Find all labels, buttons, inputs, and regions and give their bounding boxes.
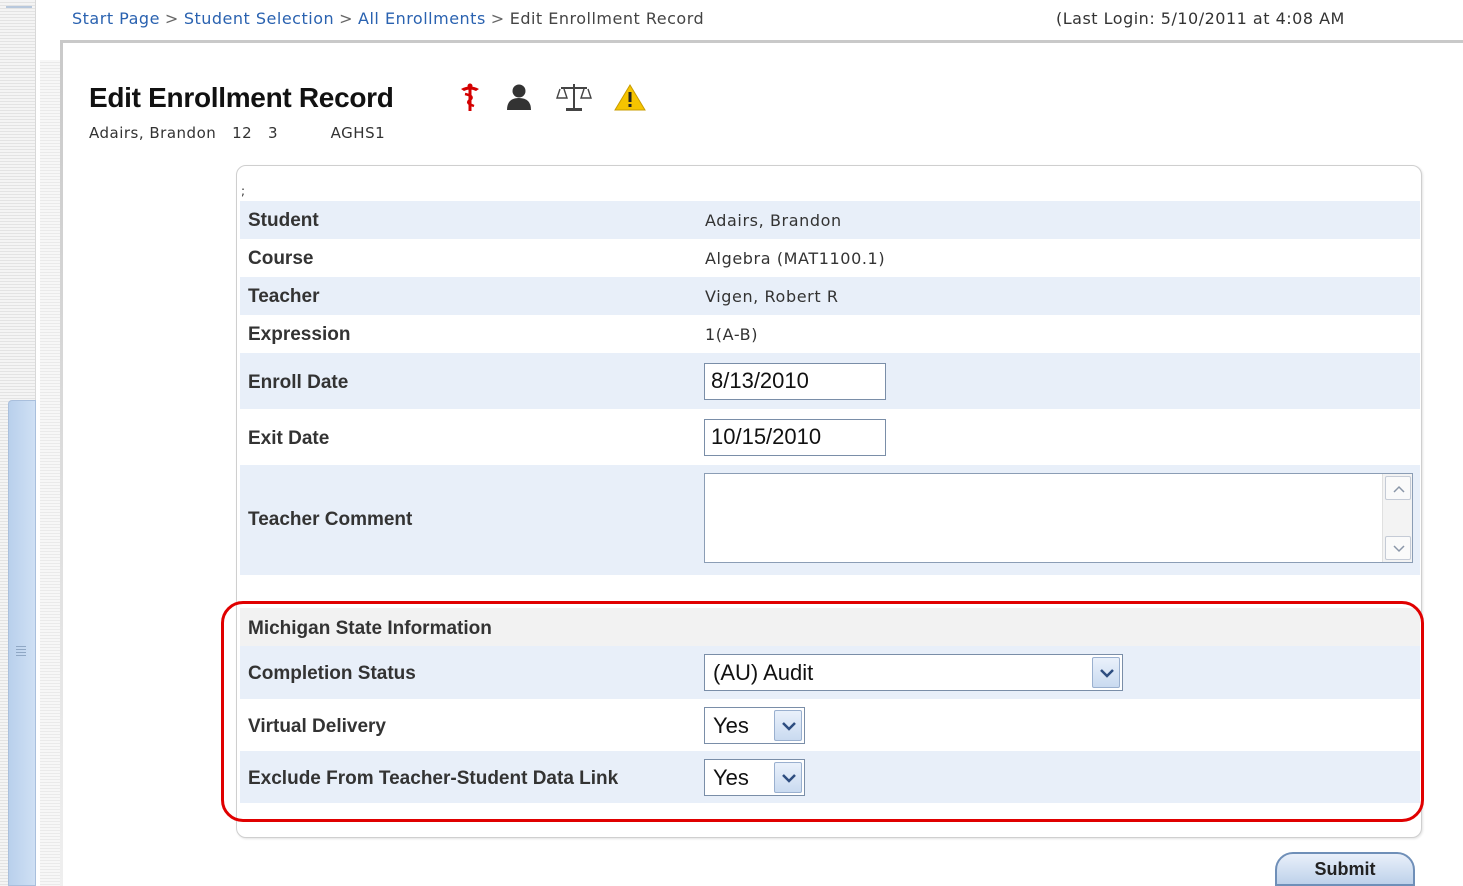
enroll-date-label: Enroll Date bbox=[248, 372, 349, 393]
row-value: Adairs, Brandon bbox=[705, 211, 842, 230]
title-icons bbox=[458, 82, 646, 112]
exclude-data-link-value: Yes bbox=[713, 765, 749, 790]
row-student: Student Adairs, Brandon bbox=[240, 201, 1420, 239]
header-rule bbox=[60, 40, 1463, 43]
submit-button[interactable]: Submit bbox=[1275, 852, 1415, 886]
row-enroll-date: Enroll Date 8/13/2010 bbox=[240, 353, 1420, 409]
exclude-data-link-label: Exclude From Teacher-Student Data Link bbox=[248, 768, 619, 789]
breadcrumb-separator: > bbox=[339, 9, 354, 28]
legal-scales-icon[interactable] bbox=[556, 82, 592, 112]
completion-status-value: (AU) Audit bbox=[713, 660, 814, 685]
chevron-down-icon bbox=[1100, 669, 1114, 678]
breadcrumb-student-selection[interactable]: Student Selection bbox=[184, 9, 334, 28]
teacher-comment-textarea[interactable] bbox=[704, 473, 1413, 563]
row-label: Teacher bbox=[248, 286, 320, 307]
dropdown-button[interactable] bbox=[774, 710, 802, 741]
row-expression: Expression 1(A-B) bbox=[240, 315, 1420, 353]
row-virtual-delivery: Virtual Delivery Yes bbox=[240, 699, 1420, 751]
completion-status-label: Completion Status bbox=[248, 663, 416, 684]
content-border bbox=[60, 40, 63, 886]
scroll-up-button[interactable] bbox=[1385, 476, 1411, 500]
exclude-data-link-select[interactable]: Yes bbox=[704, 759, 805, 796]
teacher-comment-label: Teacher Comment bbox=[248, 509, 413, 530]
virtual-delivery-value: Yes bbox=[713, 713, 749, 738]
chevron-down-icon bbox=[1393, 545, 1405, 553]
breadcrumb-separator: > bbox=[164, 9, 179, 28]
page-title: Edit Enrollment Record bbox=[89, 82, 394, 113]
medical-alert-icon[interactable] bbox=[458, 82, 482, 112]
textarea-scrollbar[interactable] bbox=[1382, 474, 1412, 562]
virtual-delivery-label: Virtual Delivery bbox=[248, 716, 387, 737]
scroll-down-button[interactable] bbox=[1385, 536, 1411, 560]
virtual-delivery-select[interactable]: Yes bbox=[704, 707, 805, 744]
exit-date-input[interactable]: 10/15/2010 bbox=[704, 419, 886, 456]
chevron-down-icon bbox=[782, 722, 796, 731]
dropdown-button[interactable] bbox=[774, 762, 802, 793]
row-exclude-data-link: Exclude From Teacher-Student Data Link Y… bbox=[240, 751, 1420, 803]
gutter-line bbox=[6, 6, 32, 8]
row-exit-date: Exit Date 10/15/2010 bbox=[240, 409, 1420, 465]
completion-status-select[interactable]: (AU) Audit bbox=[704, 654, 1123, 691]
row-completion-status: Completion Status (AU) Audit bbox=[240, 646, 1420, 699]
state-info-header: Michigan State Information bbox=[240, 608, 1420, 646]
chevron-up-icon bbox=[1393, 485, 1405, 493]
state-info-title: Michigan State Information bbox=[248, 618, 492, 639]
row-teacher-comment: Teacher Comment bbox=[240, 465, 1420, 575]
scrollbar-grip-icon[interactable] bbox=[16, 646, 26, 658]
exit-date-label: Exit Date bbox=[248, 428, 330, 449]
side-scrollbar[interactable] bbox=[8, 400, 36, 886]
row-value: 1(A-B) bbox=[705, 325, 759, 344]
row-label: Expression bbox=[248, 324, 351, 345]
breadcrumb-current: Edit Enrollment Record bbox=[509, 9, 705, 28]
chevron-down-icon bbox=[782, 774, 796, 783]
side-frame-strip bbox=[40, 60, 60, 886]
dropdown-button[interactable] bbox=[1092, 657, 1120, 688]
row-value: Algebra (MAT1100.1) bbox=[705, 249, 886, 268]
student-summary: Adairs, Brandon 12 3 AGHS1 bbox=[89, 124, 386, 142]
last-login: (Last Login: 5/10/2011 at 4:08 AM bbox=[1056, 9, 1345, 28]
breadcrumb-separator: > bbox=[490, 9, 505, 28]
row-value: Vigen, Robert R bbox=[705, 287, 839, 306]
enroll-date-input[interactable]: 8/13/2010 bbox=[704, 363, 886, 400]
row-course: Course Algebra (MAT1100.1) bbox=[240, 239, 1420, 277]
stray-semicolon: ; bbox=[241, 184, 246, 198]
row-teacher: Teacher Vigen, Robert R bbox=[240, 277, 1420, 315]
row-label: Student bbox=[248, 210, 319, 231]
warning-icon[interactable] bbox=[614, 83, 646, 111]
breadcrumb: Start Page > Student Selection > All Enrollm… bbox=[72, 9, 704, 28]
person-icon[interactable] bbox=[504, 83, 534, 111]
breadcrumb-start-page[interactable]: Start Page bbox=[72, 9, 160, 28]
breadcrumb-all-enrollments[interactable]: All Enrollments bbox=[358, 9, 486, 28]
row-label: Course bbox=[248, 248, 314, 269]
